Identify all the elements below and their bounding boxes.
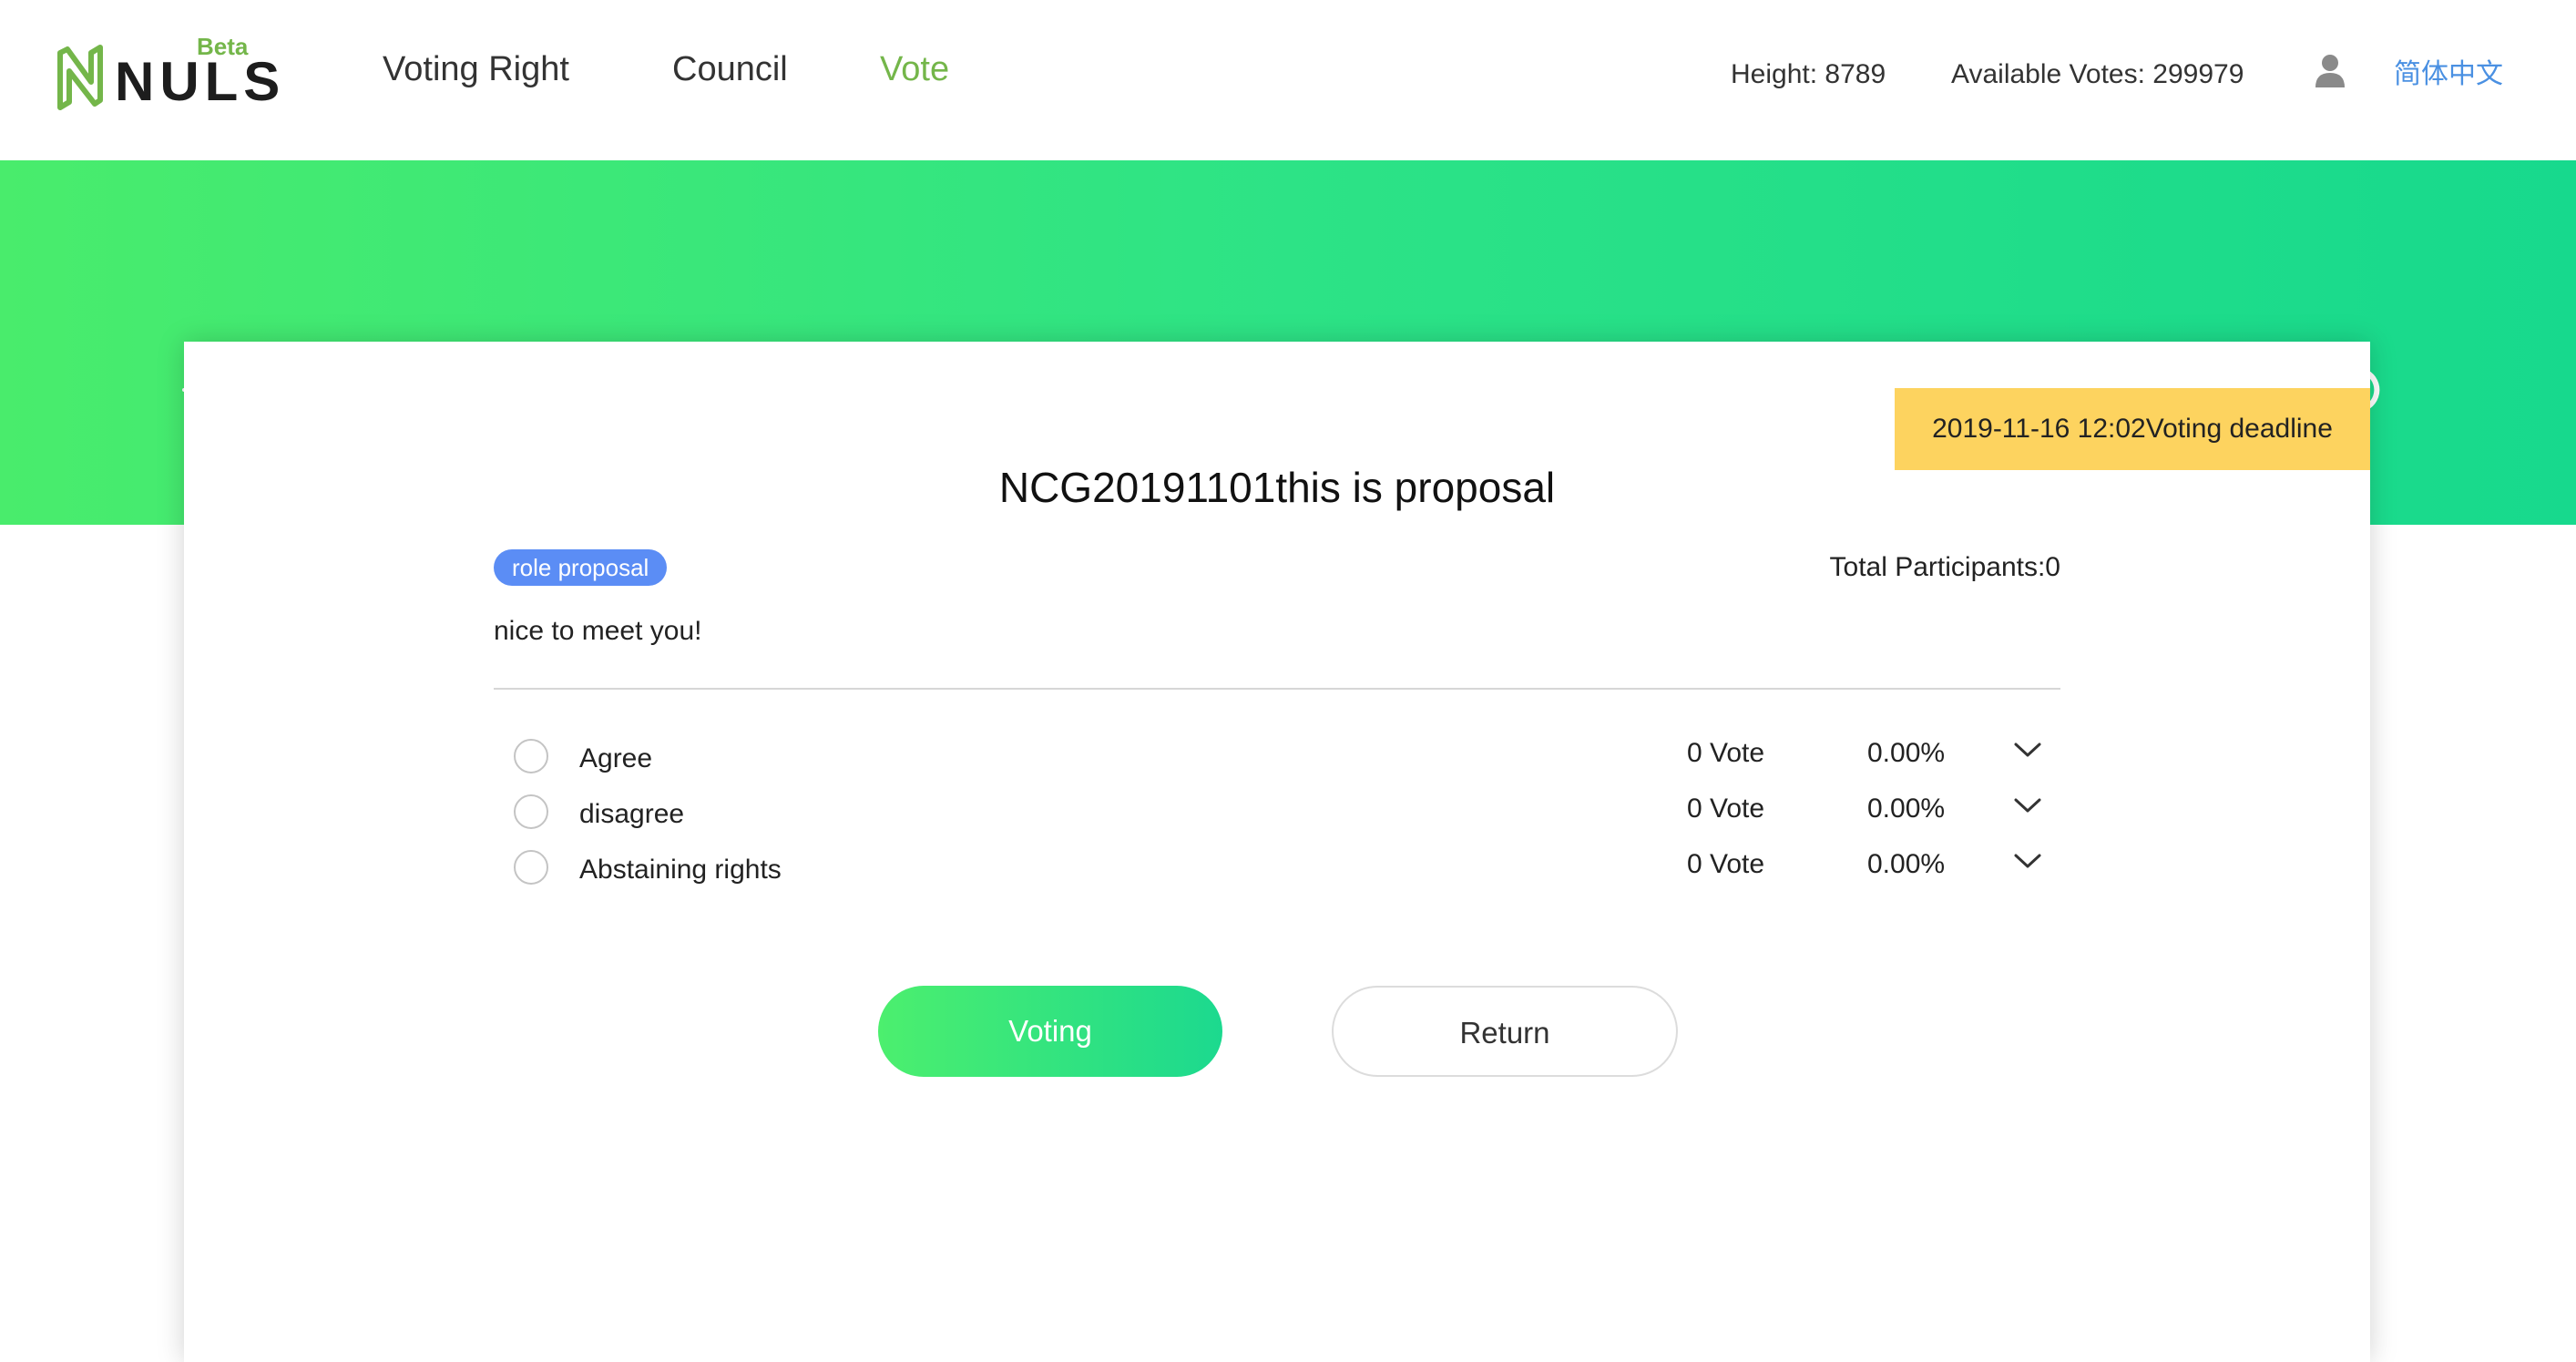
- radio-button[interactable]: [514, 739, 548, 773]
- language-switch[interactable]: 简体中文: [2394, 56, 2503, 93]
- divider: [494, 688, 2060, 690]
- option-percentage: 0.00%: [1867, 794, 1946, 824]
- option-label: Agree: [579, 743, 653, 773]
- option-vote-count: 0 Vote: [1687, 849, 1765, 879]
- nav-vote[interactable]: Vote: [880, 44, 949, 95]
- beta-label: Beta: [197, 33, 249, 60]
- option-percentage: 0.00%: [1867, 738, 1946, 768]
- radio-button[interactable]: [514, 794, 548, 829]
- user-icon[interactable]: [2314, 53, 2346, 89]
- radio-button[interactable]: [514, 850, 548, 885]
- vote-option-agree[interactable]: Agree 0 Vote 0.00%: [494, 732, 2060, 786]
- proposal-description: nice to meet you!: [494, 616, 702, 646]
- nav-voting-right[interactable]: Voting Right: [383, 44, 569, 95]
- option-percentage: 0.00%: [1867, 849, 1946, 879]
- vote-option-abstain[interactable]: Abstaining rights 0 Vote 0.00%: [494, 843, 2060, 897]
- option-vote-count: 0 Vote: [1687, 794, 1765, 824]
- proposal-title: NCG20191101this is proposal: [998, 464, 1556, 511]
- nuls-logo-mark-icon: [57, 45, 103, 110]
- nav-council[interactable]: Council: [672, 44, 788, 95]
- block-height: Height: 8789: [1731, 59, 1886, 89]
- chevron-down-icon[interactable]: [2013, 739, 2042, 761]
- option-label: disagree: [579, 799, 685, 829]
- logo-text: NULS: [115, 51, 286, 112]
- chevron-down-icon[interactable]: [2013, 850, 2042, 872]
- top-header: NULS Beta Voting Right Council Vote Heig…: [0, 0, 2576, 160]
- option-label: Abstaining rights: [579, 855, 782, 885]
- proposal-card: 2019-11-16 12:02Voting deadline NCG20191…: [184, 342, 2370, 1362]
- option-vote-count: 0 Vote: [1687, 738, 1765, 768]
- voting-button[interactable]: Voting: [878, 986, 1222, 1077]
- total-participants: Total Participants:0: [1829, 552, 2060, 582]
- proposal-type-tag: role proposal: [494, 549, 668, 586]
- vote-option-disagree[interactable]: disagree 0 Vote 0.00%: [494, 787, 2060, 842]
- available-votes: Available Votes: 299979: [1951, 59, 2244, 89]
- voting-deadline-badge: 2019-11-16 12:02Voting deadline: [1895, 388, 2370, 470]
- nuls-logo[interactable]: NULS Beta: [55, 33, 280, 115]
- return-button[interactable]: Return: [1332, 986, 1678, 1077]
- chevron-down-icon[interactable]: [2013, 794, 2042, 816]
